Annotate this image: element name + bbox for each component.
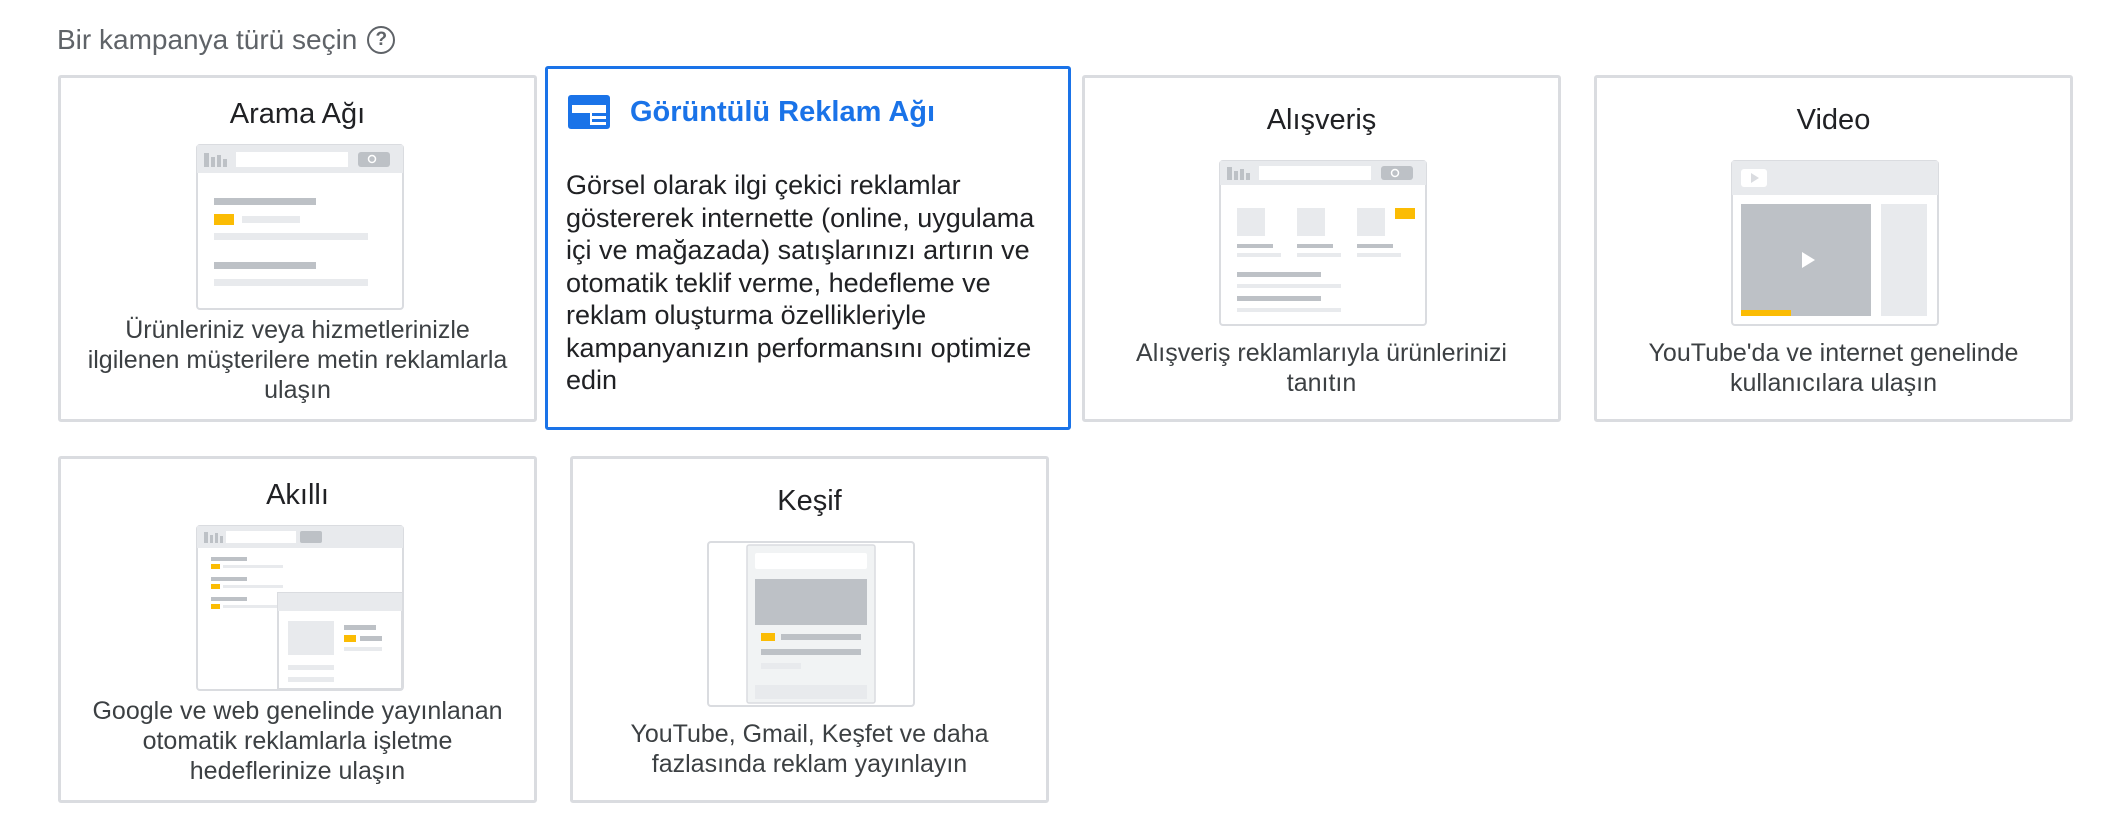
card-title: Arama Ağı [229,98,366,130]
card-title: Alışveriş [1266,104,1377,136]
card-description: Alışveriş reklamlarıyla ürünlerinizi tan… [1136,339,1507,397]
page-title-text: Bir kampanya türü seçin [57,24,358,55]
campaign-card-display[interactable]: Görüntülü Reklam Ağı Görsel olarak ilgi … [545,66,1071,430]
page-title: Bir kampanya türü seçin ? [57,24,396,56]
card-description: YouTube'da ve internet genelinde kullanı… [1648,339,2019,397]
campaign-card-smart[interactable]: Akıllı Google ve web genelinde yayınlana… [58,456,537,803]
card-description: YouTube, Gmail, Keşfet ve daha fazlasınd… [630,720,989,778]
shopping-illustration [1219,160,1427,326]
card-description: Ürünleriniz veya hizmetlerinizle ilgilen… [87,316,508,404]
card-title: Video [1796,104,1871,136]
campaign-card-shopping[interactable]: Alışveriş Alışveriş reklamlarıyla ürünle… [1082,75,1561,422]
campaign-card-discovery[interactable]: Keşif YouTube, Gmail, Keşfet ve daha faz… [570,456,1049,803]
card-description: Google ve web genelinde yayınlanan otoma… [92,697,503,785]
card-header: Görüntülü Reklam Ağı [568,95,935,129]
card-title: Keşif [777,485,842,517]
display-ad-icon [568,95,610,129]
card-title: Görüntülü Reklam Ağı [630,95,936,128]
card-description: Görsel olarak ilgi çekici reklamlar göst… [566,170,1035,395]
video-illustration [1731,160,1939,326]
campaign-card-video[interactable]: Video YouTube'da ve internet genelinde k… [1594,75,2073,422]
campaign-card-search[interactable]: Arama Ağı Ürünleriniz veya hizmetleriniz… [58,75,537,422]
discovery-illustration [707,541,915,707]
help-circle-icon[interactable]: ? [367,26,396,54]
search-illustration [196,144,404,310]
card-title: Akıllı [266,479,329,511]
smart-illustration [196,525,404,691]
